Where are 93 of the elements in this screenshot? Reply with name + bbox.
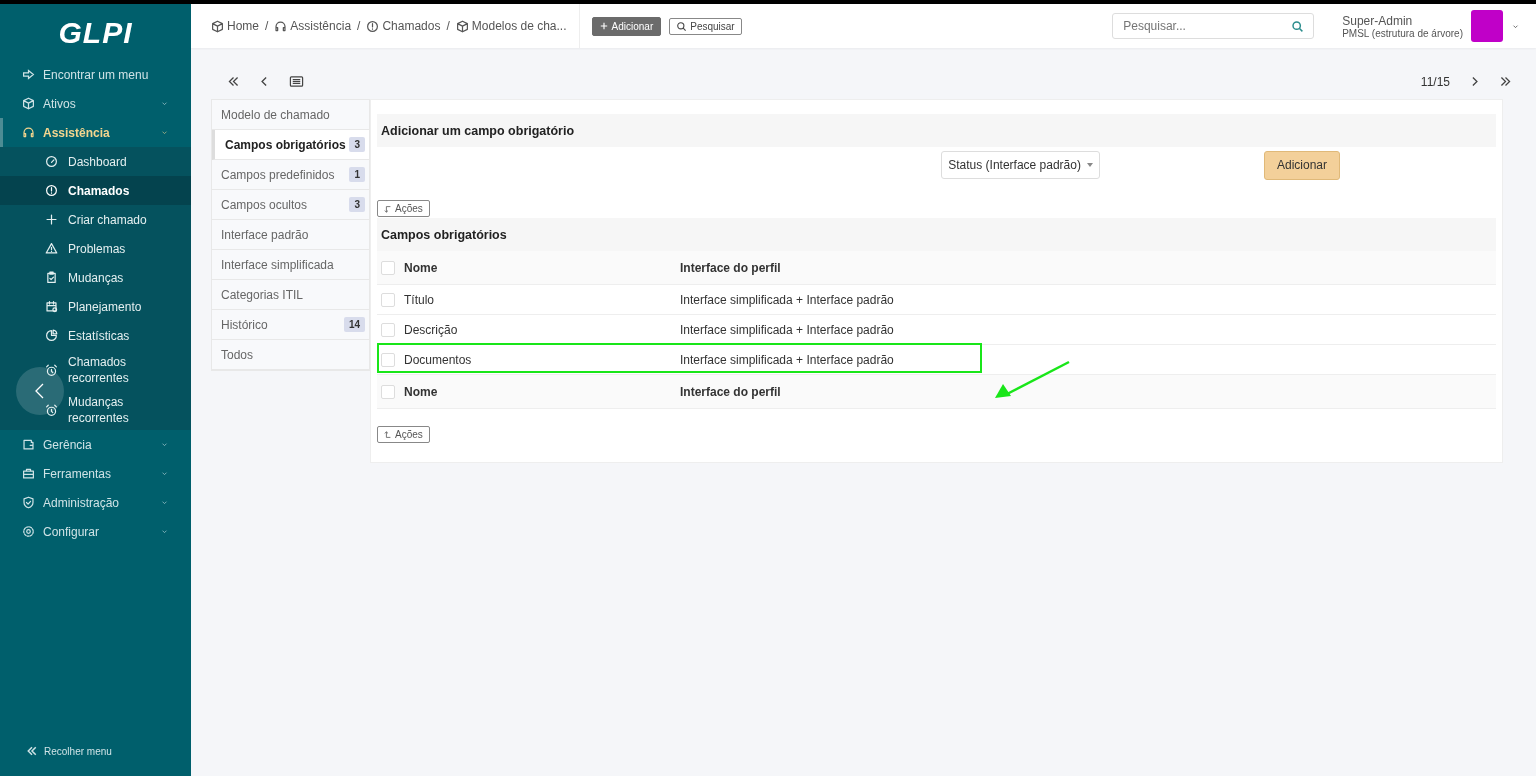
actions-button[interactable]: Ações [377,426,430,443]
checkbox[interactable] [381,352,395,367]
tab[interactable]: Categorias ITIL [212,280,369,310]
double-chevron-icon [26,745,38,757]
menu-item[interactable]: Problemas [0,234,191,263]
table-cell: Interface simplificada + Interface padrão [680,292,894,307]
arrow-icon [384,430,392,439]
field-select[interactable]: Status (Interface padrão) [941,151,1100,179]
alarm-icon [45,363,58,377]
menu-section[interactable]: Ativos [0,89,191,118]
menu-item[interactable]: Chamados [0,176,191,205]
menu-section[interactable]: Ferramentas [0,459,191,488]
collapse-handle[interactable] [16,367,64,415]
table-title: Campos obrigatórios [381,227,507,242]
add-button[interactable]: Adicionar [591,16,662,36]
checkbox[interactable] [381,260,395,275]
search-field[interactable]: Pesquisar... [1112,13,1315,39]
tab[interactable]: Interface padrão [212,220,369,250]
menu-section[interactable]: Administração [0,488,191,517]
tab[interactable]: Interface simplificada [212,250,369,280]
entity-name: PMSL (estrutura de árvore) [1342,27,1463,39]
logo: GLPI [57,15,134,51]
user-name: Super-Admin [1342,13,1414,28]
search-icon [676,20,688,32]
breadcrumb-link[interactable]: Assistência [274,19,352,33]
find-menu-link[interactable]: Encontrar um menu [0,60,191,89]
plus-icon [599,22,608,30]
search-button[interactable]: Pesquisar [669,17,742,35]
breadcrumb-link[interactable]: Modelos de cha... [455,19,567,33]
arrow-icon [384,204,392,213]
list-icon[interactable] [289,74,304,89]
alert-icon [45,184,58,197]
checkbox[interactable] [381,384,395,399]
add-button[interactable]: Adicionar [1263,150,1340,180]
tab[interactable]: Campos predefinidos 1 [212,160,369,190]
shield-icon [22,496,35,509]
menu-item[interactable]: Mudanças [0,263,191,292]
count-badge: 14 [343,317,365,332]
column-header[interactable]: Interface do perfil [680,260,781,275]
menu-item[interactable]: Planejamento [0,292,191,321]
collapse-menu-link[interactable]: Recolher menu [0,726,191,776]
checkbox[interactable] [381,322,395,337]
caret-icon [1086,163,1093,167]
alarm-icon [45,403,58,417]
triangle-icon [45,242,58,255]
checkbox[interactable] [381,292,395,307]
box-icon [211,19,224,33]
column-header[interactable]: Nome [395,260,680,275]
alert-icon [366,19,380,33]
box-icon [455,19,469,33]
breadcrumb-separator: / [446,19,450,33]
menu-section[interactable]: Configurar [0,517,191,546]
column-header[interactable]: Nome [395,384,680,399]
search-icon [1291,20,1305,33]
menu-item[interactable]: Dashboard [0,147,191,176]
menu-section[interactable]: Gerência [0,430,191,459]
table-cell: Interface simplificada + Interface padrão [680,322,894,337]
box-icon [22,97,35,110]
menu-item[interactable]: Mudanças recorrentes [0,390,191,430]
table-cell: Interface simplificada + Interface padrão [680,352,894,367]
menu-item[interactable]: Criar chamado [0,205,191,234]
count-badge: 3 [349,137,365,152]
breadcrumb-separator: / [357,19,361,33]
first-page-icon[interactable] [227,75,240,88]
actions-button[interactable]: Ações [377,200,430,217]
table-cell-text: Descrição [403,322,459,337]
column-header[interactable]: Interface do perfil [680,384,781,399]
gear-icon [22,525,35,538]
tab[interactable]: Campos obrigatórios 3 [212,130,369,160]
pie-icon [45,329,58,342]
page-position: 11/15 [1420,74,1450,89]
tab[interactable]: Campos ocultos 3 [212,190,369,220]
tab[interactable]: Modelo de chamado [212,100,369,130]
tab[interactable]: Histórico 14 [212,310,369,340]
gauge-icon [45,155,58,168]
plus-icon [45,213,58,226]
table-cell-text: Título [403,292,435,307]
headset-icon [274,19,288,33]
wallet-icon [22,438,35,451]
briefcase-icon [22,467,35,480]
menu-item[interactable]: Estatísticas [0,321,191,350]
last-page-icon[interactable] [1499,75,1512,88]
headset-icon [22,126,35,139]
count-badge: 3 [349,197,365,212]
arrow-right-icon [22,68,35,81]
table-cell-text: Documentos [403,352,473,367]
section-title: Adicionar um campo obrigatório [381,123,575,138]
tab[interactable]: Todos [212,340,369,370]
breadcrumb-link[interactable]: Chamados [366,19,441,33]
menu-item[interactable]: Chamados recorrentes [0,350,191,390]
breadcrumb-link[interactable]: Home [211,19,259,33]
count-badge: 1 [349,167,365,182]
breadcrumb-separator: / [265,19,269,33]
